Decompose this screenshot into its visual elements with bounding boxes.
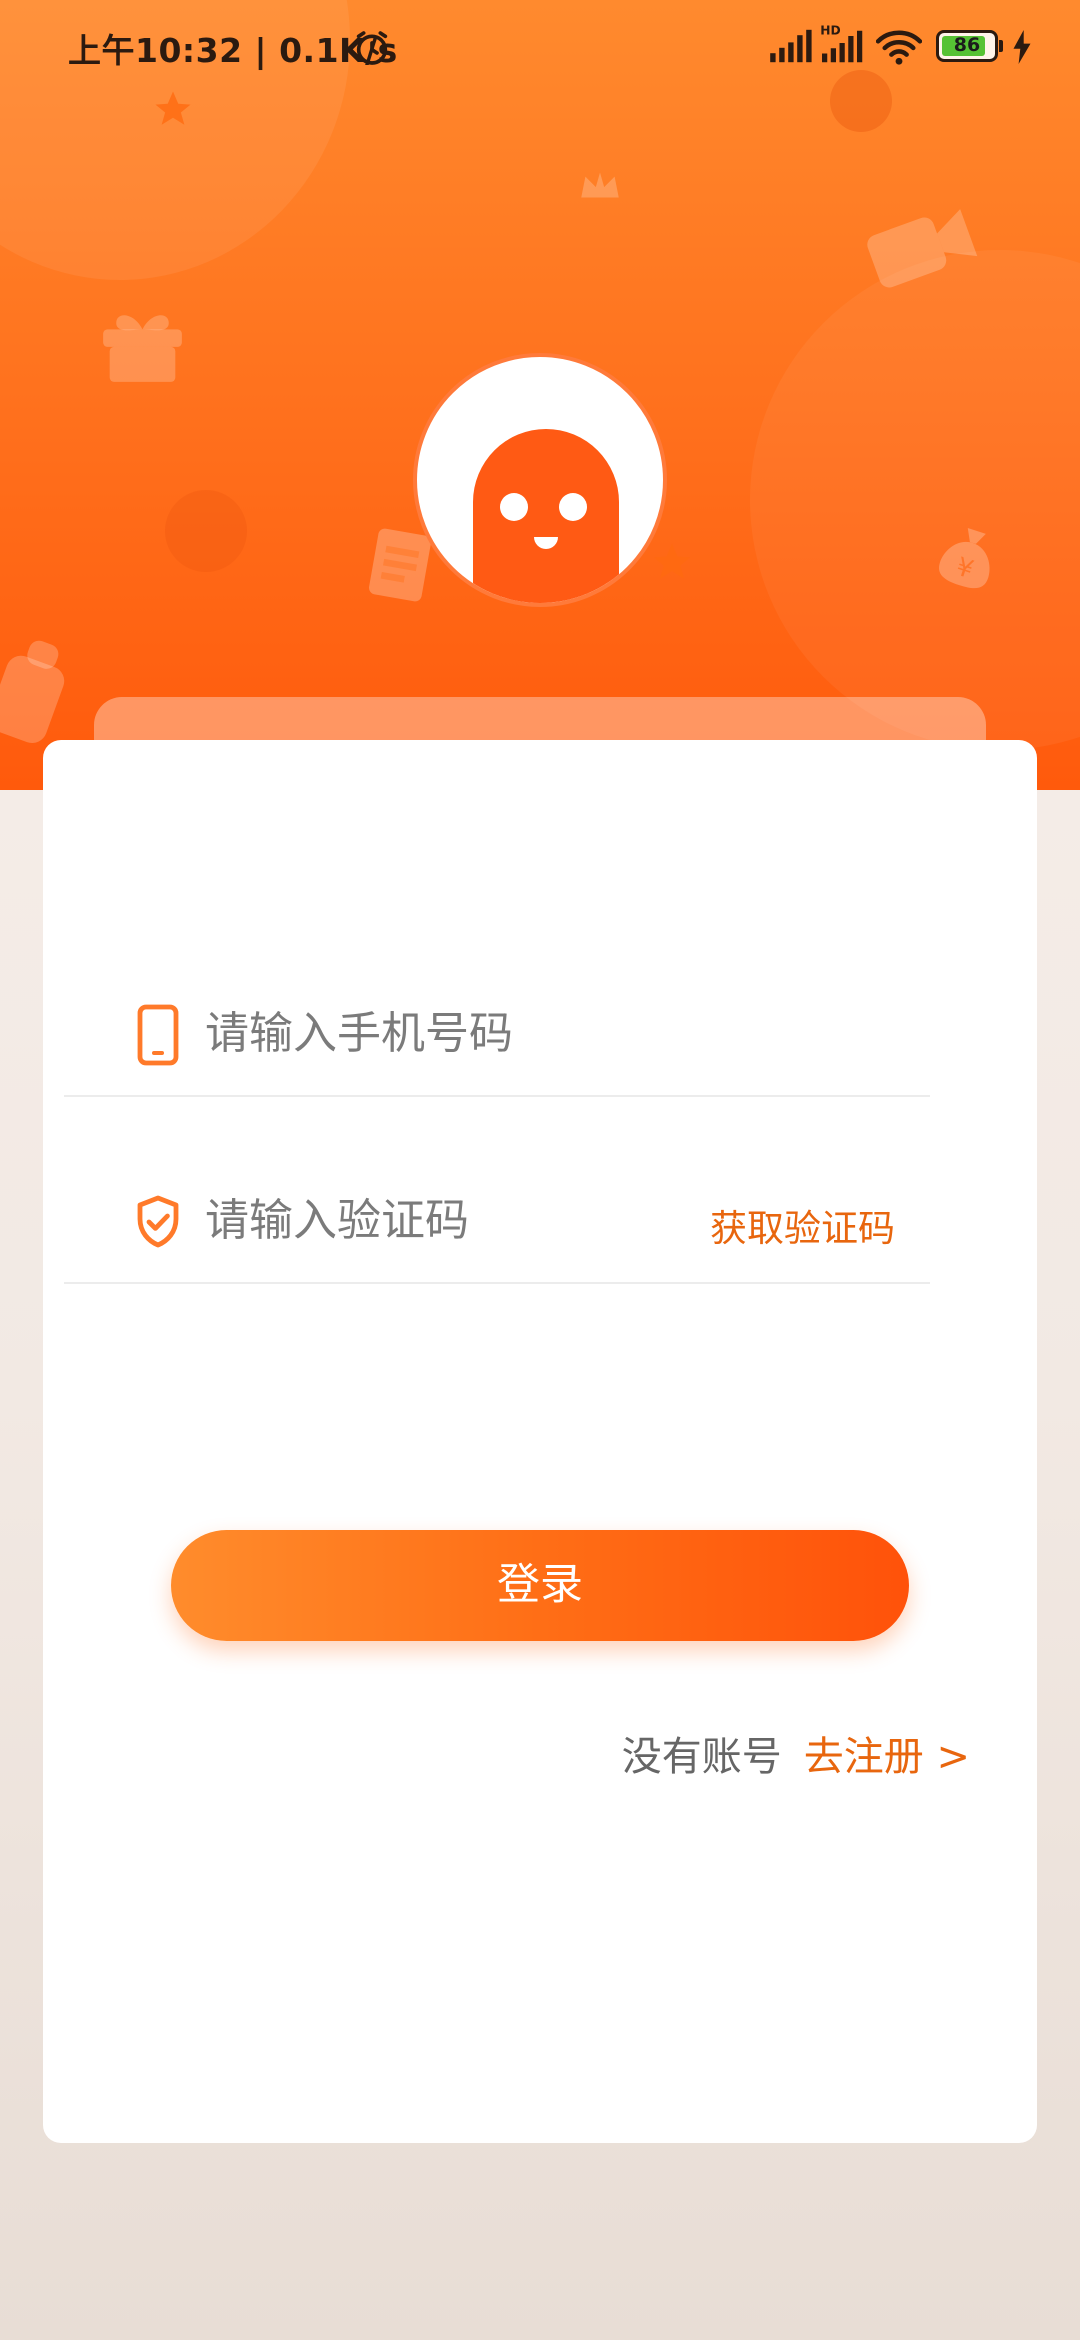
mascot-logo-icon [473,429,619,603]
battery-tip [999,40,1003,52]
status-bar: 上午10:32 | 0.1K/s HD 86 [0,0,1080,96]
phone-number-input[interactable] [203,997,707,1069]
decorative-dot [165,490,247,572]
wifi-icon [876,30,922,65]
register-prompt: 没有账号 去注册 > [0,1724,970,1782]
crown-icon [581,172,619,198]
svg-text:HD: HD [820,23,840,37]
bag-icon [0,640,65,744]
signal-strength-icon [770,29,812,63]
video-camera-icon [867,209,978,288]
money-bag-icon: ¥ [939,527,990,589]
gift-icon [103,315,182,382]
mascot-eye [500,493,528,521]
no-account-text: 没有账号 [621,1734,782,1780]
mascot-mouth [534,537,558,549]
battery-indicator: 86 [936,30,998,62]
login-button[interactable]: 登录 [171,1530,909,1641]
get-code-button[interactable]: 获取验证码 [710,1198,895,1252]
phone-field-row [64,975,930,1097]
document-icon [369,528,431,602]
verification-code-field-row: 获取验证码 [64,1162,930,1284]
shield-check-icon [137,1195,179,1248]
register-link[interactable]: 去注册 > [804,1734,970,1780]
battery-level: 86 [953,34,981,56]
status-time: 上午10:32 | 0.1K/s [68,31,398,70]
star-icon [653,543,691,579]
hd-signal-icon: HD [820,23,863,63]
mascot-eye [559,493,587,521]
charging-bolt-icon [1013,30,1031,64]
app-logo-avatar [413,353,667,607]
phone-icon [137,1004,179,1066]
verification-code-input[interactable] [203,1184,687,1256]
decorative-circle [750,250,1080,750]
alarm-clock-icon [356,31,388,65]
login-card [43,740,1037,2143]
